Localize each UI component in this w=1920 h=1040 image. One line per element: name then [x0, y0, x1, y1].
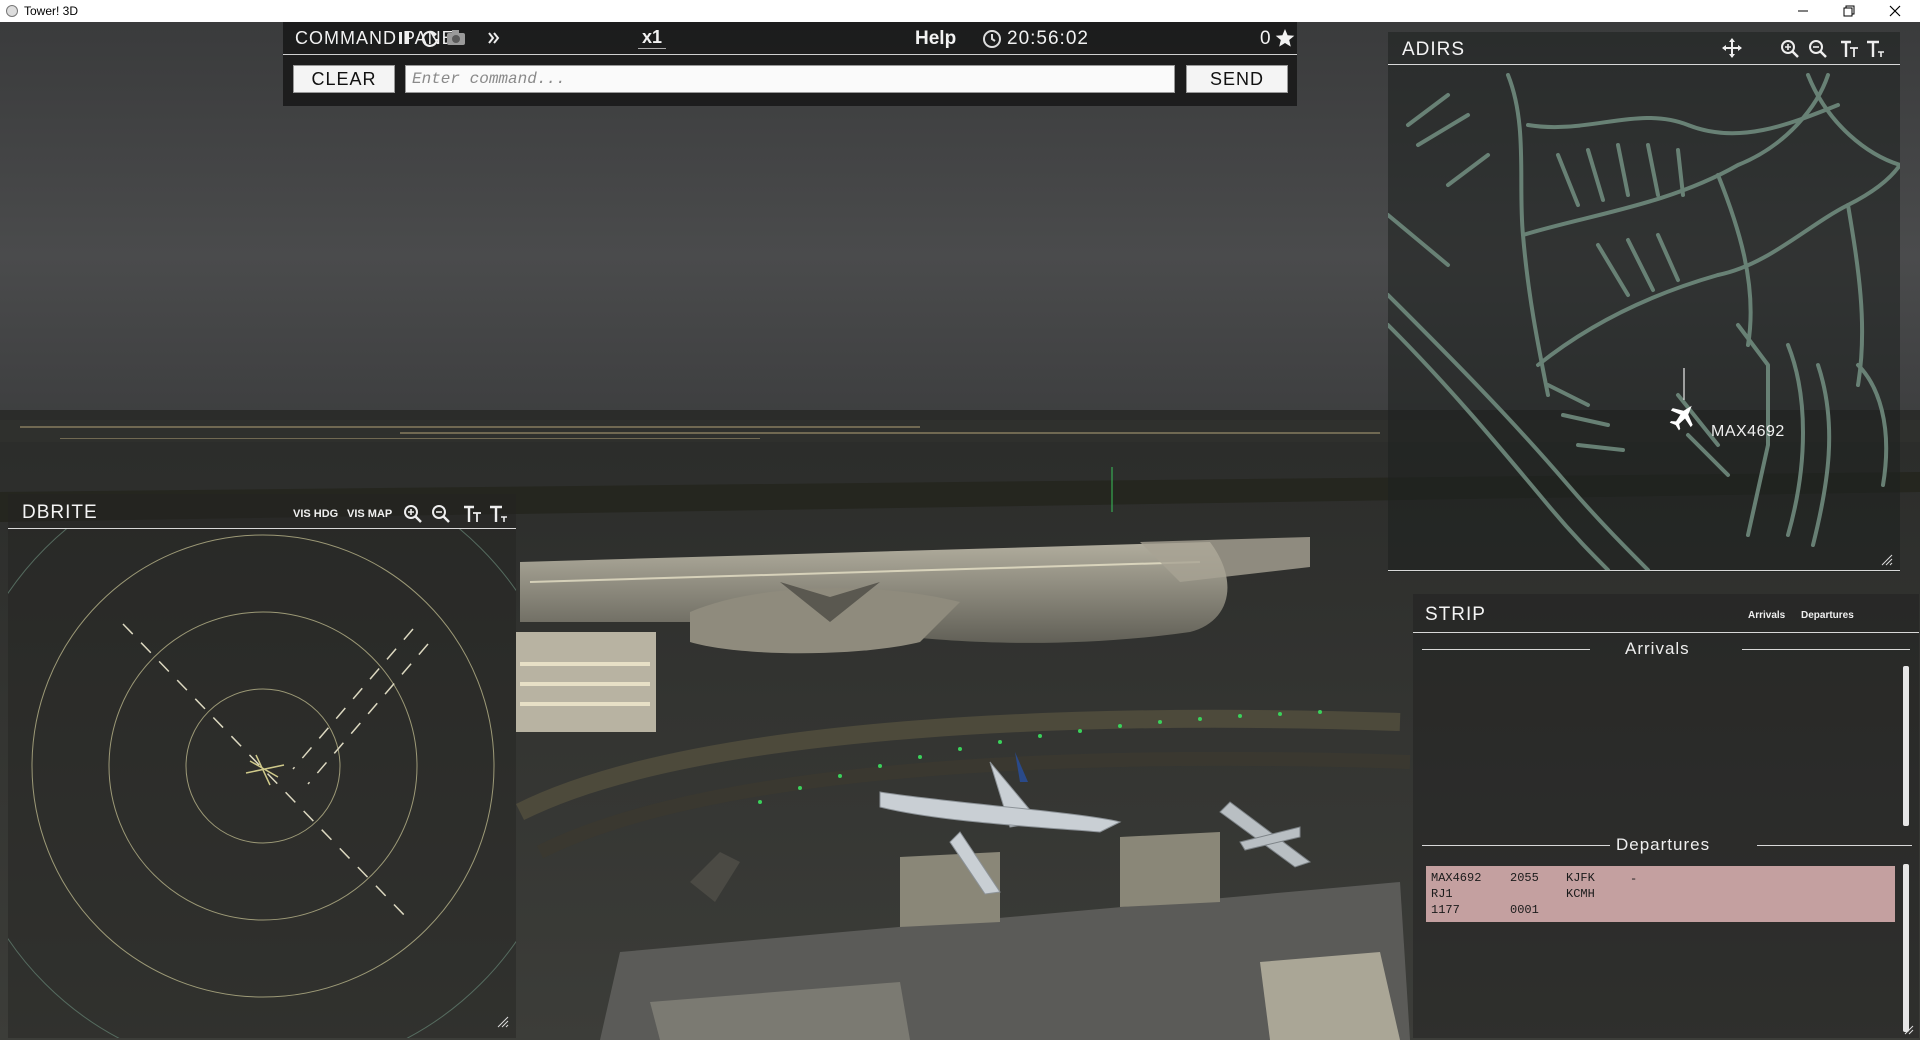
text-larger-icon[interactable]: [463, 504, 483, 524]
window-title: Tower! 3D: [24, 4, 79, 18]
arrivals-rule-left: [1422, 649, 1590, 650]
adirs-title: ADIRS: [1402, 39, 1466, 60]
score-value: 0: [1260, 28, 1271, 49]
text-smaller-icon[interactable]: [1866, 39, 1886, 59]
strip-callsign: MAX4692: [1431, 871, 1482, 885]
radar-scope[interactable]: [8, 529, 516, 1038]
send-button[interactable]: SEND: [1186, 65, 1288, 93]
departures-rule-right: [1757, 845, 1912, 846]
resize-grip-strip[interactable]: [1903, 1024, 1915, 1036]
strip-time: 2055: [1510, 871, 1539, 885]
ground-map[interactable]: [1388, 65, 1900, 570]
strip-squawk: 1177: [1431, 903, 1460, 917]
command-input[interactable]: [405, 65, 1175, 93]
sim-clock: 20:56:02: [1007, 28, 1089, 49]
text-smaller-icon[interactable]: [489, 504, 509, 524]
departures-rule-left: [1422, 845, 1610, 846]
strip-header-divider: [1413, 632, 1919, 633]
window-titlebar: Tower! 3D: [0, 0, 1920, 22]
pause-icon[interactable]: [393, 27, 415, 49]
airport-symbol: [245, 754, 285, 786]
tab-arrivals[interactable]: Arrivals: [1748, 610, 1785, 621]
resize-grip-adirs: [1881, 554, 1893, 566]
clear-button[interactable]: CLEAR: [293, 65, 395, 93]
arrivals-rule-right: [1742, 649, 1910, 650]
strip-destination: KCMH: [1566, 887, 1595, 901]
adirs-bottom-divider: [1388, 570, 1900, 571]
tab-departures[interactable]: Departures: [1801, 610, 1854, 621]
vis-map-button[interactable]: VIS MAP: [347, 508, 392, 520]
close-icon[interactable]: [1872, 0, 1918, 22]
star-icon: [1274, 27, 1296, 49]
strip-origin: KJFK: [1566, 871, 1595, 885]
move-icon[interactable]: [1722, 38, 1742, 58]
zoom-out-icon[interactable]: [431, 504, 451, 524]
sim-speed[interactable]: x1: [638, 27, 667, 49]
resize-grip-dbrite: [497, 1016, 509, 1028]
strip-title: STRIP: [1425, 604, 1486, 625]
departures-header: Departures: [1616, 835, 1711, 854]
help-button[interactable]: Help: [915, 28, 956, 50]
restore-icon[interactable]: [1826, 0, 1872, 22]
departures-scrollbar[interactable]: [1903, 864, 1909, 1032]
dbrite-panel: DBRITE VIS HDG VIS MAP: [8, 494, 516, 1038]
flight-strip[interactable]: MAX4692 2055 KJFK - RJ1 KCMH 1177 0001: [1426, 866, 1895, 922]
command-panel-header: COMMAND PANEL x1 Help 20:56:02 0: [283, 22, 1297, 55]
arrivals-header: Arrivals: [1625, 639, 1690, 658]
zoom-in-icon[interactable]: [403, 504, 423, 524]
zoom-in-icon[interactable]: [1780, 39, 1800, 59]
text-larger-icon[interactable]: [1840, 39, 1860, 59]
strip-aircraft-type: RJ1: [1431, 887, 1453, 901]
strip-panel: STRIP Arrivals Departures Arrivals Depar…: [1413, 594, 1919, 1038]
strip-code: 0001: [1510, 903, 1539, 917]
aircraft-label[interactable]: MAX4692: [1711, 423, 1785, 441]
vis-hdg-button[interactable]: VIS HDG: [293, 508, 338, 520]
arrivals-scrollbar[interactable]: [1903, 666, 1909, 826]
adirs-panel: ADIRS MAX4692: [1388, 32, 1900, 572]
zoom-out-icon[interactable]: [1808, 39, 1828, 59]
fast-forward-icon[interactable]: [483, 27, 505, 49]
camera-icon[interactable]: [445, 27, 467, 49]
command-panel: COMMAND PANEL x1 Help 20:56:02 0 CLEAR S…: [283, 22, 1297, 106]
minimize-icon[interactable]: [1780, 0, 1826, 22]
strip-remark: -: [1630, 872, 1638, 886]
restart-icon[interactable]: [419, 27, 441, 49]
app-icon: [6, 5, 18, 17]
dbrite-title: DBRITE: [22, 502, 98, 523]
clock-icon: [981, 28, 1003, 50]
